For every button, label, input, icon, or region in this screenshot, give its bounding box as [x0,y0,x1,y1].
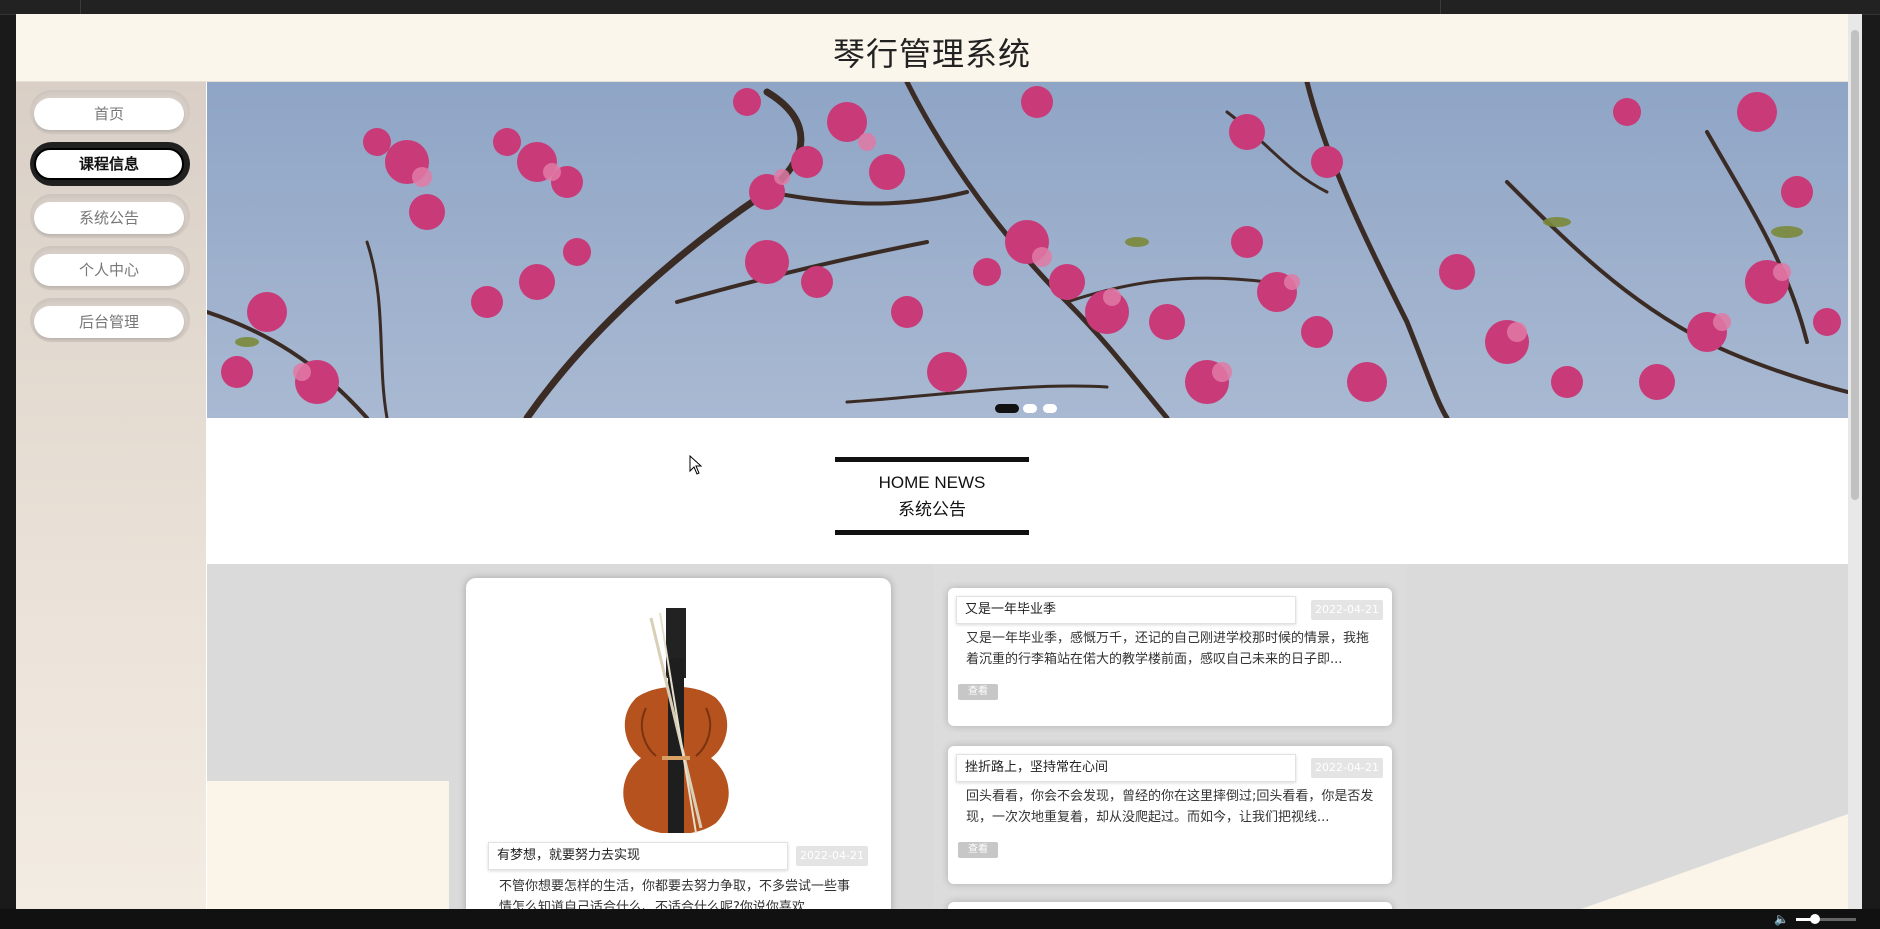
news-item-desc: 又是一年毕业季，感慨万千，还记的自己刚进学校那时候的情景，我拖着沉重的行李箱站在… [966,631,1370,667]
page-scrollbar[interactable] [1848,14,1862,909]
news-item-title[interactable]: 又是一年毕业季 [956,596,1296,624]
volume-slider-handle[interactable] [1810,914,1821,924]
news-heading-en: HOME NEWS [878,473,986,492]
decorative-triangle [1581,814,1848,909]
nav-item-courses[interactable]: 课程信息 [30,142,190,186]
nav-item-label: 系统公告 [34,202,184,234]
news-heading-cn: 系统公告 [898,500,966,520]
carousel-dot[interactable] [1043,404,1057,413]
nav-item-label: 个人中心 [34,254,184,286]
nav-item-label: 首页 [34,98,184,130]
news-list-item[interactable]: 又是一年毕业季 2022-04-21 又是一年毕业季，感慨万千，还记的自己刚进学… [948,588,1392,726]
scrollbar-thumb[interactable] [1851,30,1859,500]
news-item-desc: 回头看看，你会不会发现，曾经的你在这里摔倒过;回头看看，你是否发现，一次次地重复… [966,789,1374,825]
nav-item-profile[interactable]: 个人中心 [30,246,190,290]
mouse-pointer-icon [689,455,703,475]
banner-carousel[interactable] [207,82,1848,418]
news-content-area: 有梦想，就要努力去实现 2022-04-21 不管你想要怎样的生活，你都要去努力… [207,564,1848,909]
news-item-more-button[interactable]: 查看 [958,684,998,700]
decorative-block [207,781,449,909]
browser-tabbar [0,0,1880,15]
volume-slider[interactable] [1796,914,1856,924]
nav-item-admin[interactable]: 后台管理 [30,298,190,342]
speaker-muted-icon[interactable]: 🔈 [1774,913,1789,925]
nav-item-home[interactable]: 首页 [30,90,190,134]
news-item-date: 2022-04-21 [1311,600,1383,620]
news-list-item[interactable]: 挫折路上，坚持常在心间 2022-04-21 回头看看，你会不会发现，曾经的你在… [948,746,1392,884]
nav-item-label: 后台管理 [34,306,184,338]
carousel-dot-active[interactable] [995,404,1019,413]
nav-item-announcements[interactable]: 系统公告 [30,194,190,238]
carousel-dot[interactable] [1023,404,1037,413]
nav-item-label: 课程信息 [34,148,184,180]
player-controls-bar: 🔈 [0,909,1880,929]
violin-image [623,608,729,833]
featured-news-date: 2022-04-21 [796,846,868,866]
featured-news-desc: 不管你想要怎样的生活，你都要去努力争取，不多尝试一些事情怎么知道自己适合什么、不… [499,879,851,909]
news-item-more-button[interactable]: 查看 [958,842,998,858]
browser-tab-active[interactable] [80,0,1441,14]
browser-tab[interactable] [0,0,81,14]
page-viewport: 琴行管理系统 首页 课程信息 系统公告 个人中心 后台管理 HOME NEWS … [16,14,1848,909]
site-title: 琴行管理系统 [832,35,1031,73]
featured-news-card[interactable]: 有梦想，就要努力去实现 2022-04-21 不管你想要怎样的生活，你都要去努力… [466,578,891,909]
site-header: 琴行管理系统 [16,14,1848,82]
news-item-title[interactable]: 挫折路上，坚持常在心间 [956,754,1296,782]
news-list-item[interactable] [948,902,1392,909]
news-item-date: 2022-04-21 [1311,758,1383,778]
news-section-heading: HOME NEWS 系统公告 [835,457,1029,535]
featured-news-title[interactable]: 有梦想，就要努力去实现 [488,842,788,870]
sidebar-nav: 首页 课程信息 系统公告 个人中心 后台管理 [16,82,206,909]
banner-image [207,82,1848,418]
